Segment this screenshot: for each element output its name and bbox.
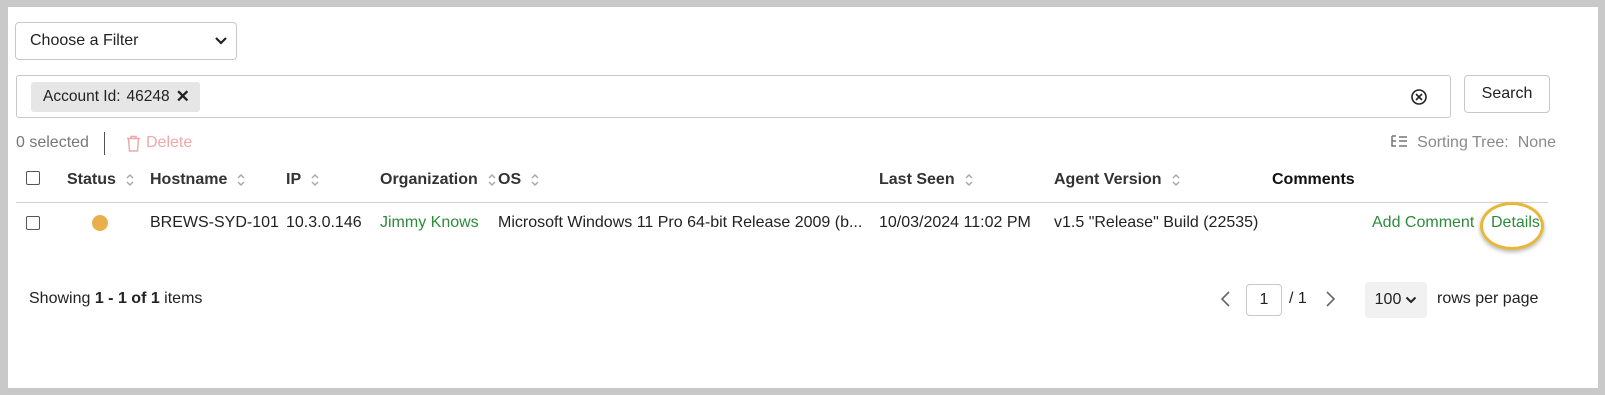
page-input[interactable]: 1 [1246,284,1282,316]
column-header-agent-version[interactable]: Agent Version [1054,171,1180,189]
toolbar-divider [104,132,105,155]
column-header-last-seen[interactable]: Last Seen [879,171,973,189]
showing-items: Showing 1 - 1 of 1 items [29,290,202,308]
page-total: / 1 [1289,290,1307,307]
showing-prefix: Showing [29,290,95,307]
column-header-status[interactable]: Status [67,171,134,189]
tree-list-icon [1391,135,1408,147]
column-label: Hostname [150,171,228,188]
sort-icon [237,173,245,187]
column-header-hostname[interactable]: Hostname [150,171,245,189]
chevron-right-icon[interactable] [1323,290,1337,308]
chip-remove-icon[interactable]: ✕ [176,87,190,107]
column-label: Comments [1272,171,1355,188]
filter-select-label: Choose a Filter [30,32,139,49]
status-indicator [92,215,108,231]
sort-icon [126,173,134,187]
delete-button[interactable]: Delete [126,134,192,152]
search-input[interactable]: Account Id: 46248 ✕ [16,75,1451,118]
filter-chip: Account Id: 46248 ✕ [31,82,200,112]
trash-icon [127,135,140,152]
delete-label: Delete [146,134,193,151]
organization-link[interactable]: Jimmy Knows [380,214,479,232]
chip-value: 46248 [126,88,170,105]
column-header-comments: Comments [1272,171,1355,189]
column-label: Status [67,171,116,188]
column-header-os[interactable]: OS [498,171,539,189]
chevron-down-icon [1406,296,1417,304]
sort-icon [488,173,496,187]
column-label: Last Seen [879,171,955,188]
column-label: Agent Version [1054,171,1162,188]
rows-per-page-value: 100 [1374,291,1402,308]
details-link[interactable]: Details [1491,214,1540,232]
filter-select[interactable]: Choose a Filter [15,22,237,60]
search-button[interactable]: Search [1464,75,1550,113]
sort-icon [1172,173,1180,187]
showing-range: 1 - 1 of 1 [94,290,160,307]
chevron-down-icon [215,37,227,45]
showing-suffix: items [159,290,203,307]
header-divider [16,202,1548,203]
sort-icon [965,173,973,187]
row-checkbox[interactable] [26,216,40,230]
sorting-tree-label: Sorting Tree: [1417,134,1509,151]
sort-icon [531,173,539,187]
select-all-checkbox[interactable] [26,171,40,185]
chevron-left-icon[interactable] [1219,290,1233,308]
sort-icon [311,173,319,187]
column-header-ip[interactable]: IP [286,171,319,189]
rows-per-page-select[interactable]: 100 [1365,282,1427,318]
cell-ip: 10.3.0.146 [286,214,362,231]
cell-os: Microsoft Windows 11 Pro 64-bit Release … [498,214,863,231]
clear-search-icon[interactable] [1410,88,1428,106]
add-comment-link[interactable]: Add Comment [1372,214,1474,232]
column-label: OS [498,171,522,188]
column-label: IP [286,171,302,188]
column-label: Organization [380,171,478,188]
rows-per-page-label: rows per page [1437,290,1539,307]
chip-key: Account Id: [43,88,121,105]
column-header-organization[interactable]: Organization [380,171,496,189]
cell-agent-version: v1.5 "Release" Build (22535) [1054,214,1259,231]
cell-hostname: BREWS-SYD-101 [150,214,279,231]
sorting-tree-value: None [1517,134,1556,151]
devices-panel: Choose a Filter Account Id: 46248 ✕ Sear… [8,7,1598,388]
sorting-tree[interactable]: Sorting Tree: None [1390,134,1556,152]
cell-last-seen: 10/03/2024 11:02 PM [879,214,1031,231]
selected-count: 0 selected [16,134,89,151]
